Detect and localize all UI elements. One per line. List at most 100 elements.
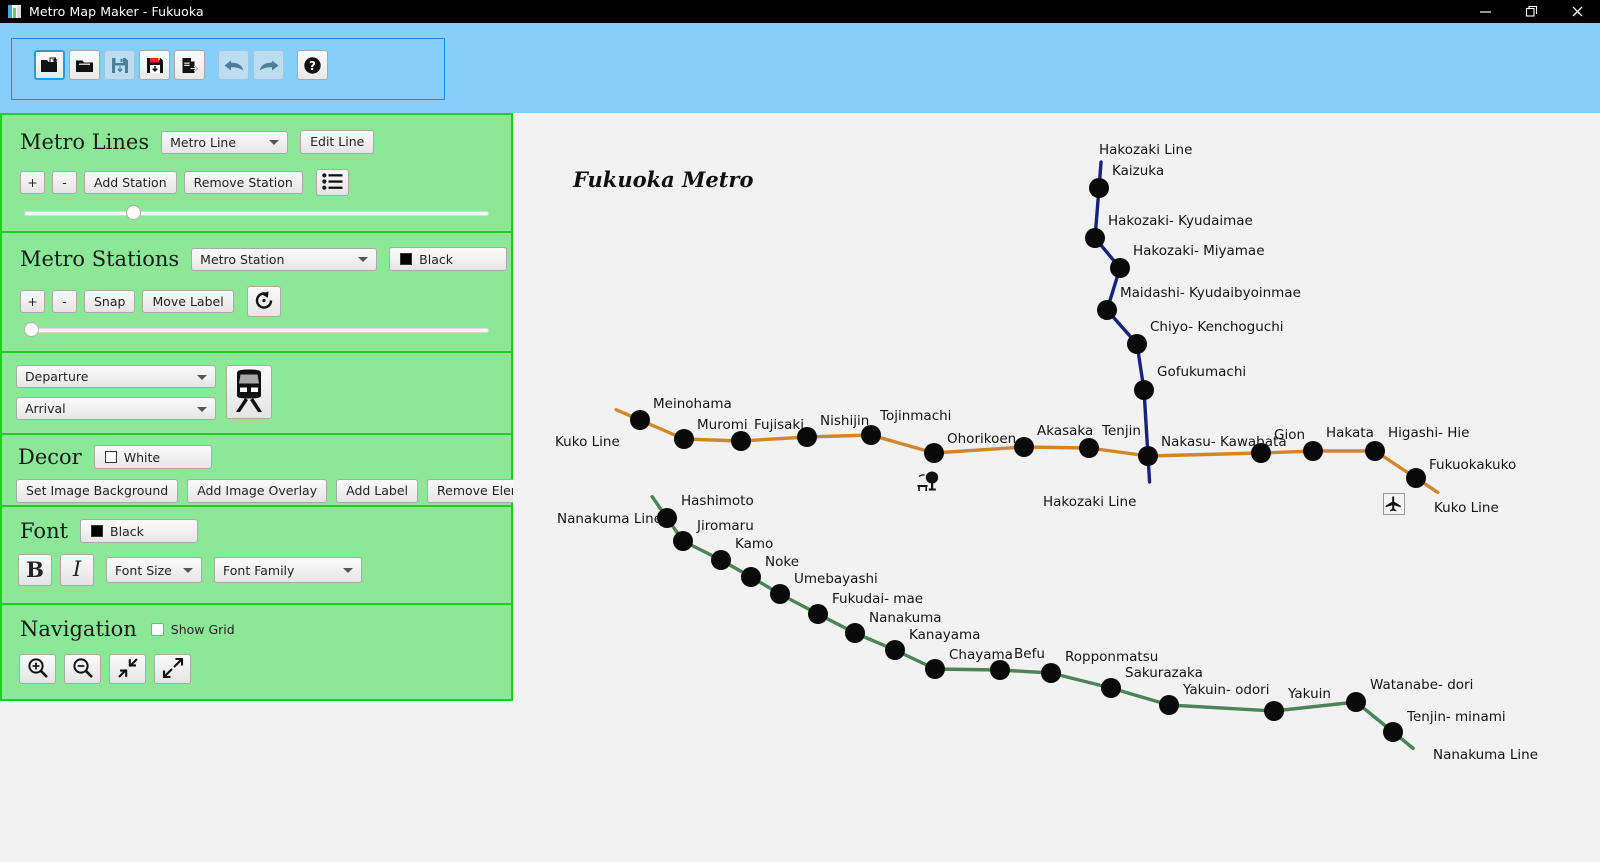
- expand-button[interactable]: [154, 654, 191, 684]
- station-label[interactable]: Gion: [1274, 427, 1305, 443]
- line-thickness-slider[interactable]: [24, 205, 489, 221]
- bold-button[interactable]: B: [18, 554, 52, 586]
- line-end-label[interactable]: Kuko Line: [1434, 500, 1499, 516]
- maximize-icon[interactable]: [1508, 0, 1554, 23]
- station-dot[interactable]: [1101, 678, 1121, 698]
- departure-select[interactable]: Departure: [16, 365, 216, 388]
- station-label[interactable]: Ohorikoen: [947, 431, 1016, 447]
- remove-station-button[interactable]: Remove Station: [183, 170, 303, 195]
- station-label[interactable]: Befu: [1014, 646, 1045, 662]
- zoom-out-button[interactable]: [64, 654, 101, 684]
- station-dot[interactable]: [1110, 258, 1130, 278]
- station-label[interactable]: Gofukumachi: [1157, 364, 1246, 380]
- add-station-dot-button[interactable]: +: [20, 289, 45, 314]
- shrink-button[interactable]: [109, 654, 146, 684]
- station-dot[interactable]: [1303, 441, 1323, 461]
- line-end-label[interactable]: Nanakuma Line: [1433, 747, 1538, 763]
- station-dot[interactable]: [1159, 695, 1179, 715]
- station-label[interactable]: Jiromaru: [697, 518, 754, 534]
- station-label[interactable]: Tojinmachi: [880, 408, 951, 424]
- set-image-background-button[interactable]: Set Image Background: [16, 479, 179, 503]
- station-color-button[interactable]: Black: [389, 247, 508, 271]
- station-label[interactable]: Chayama: [949, 647, 1013, 663]
- new-map-button[interactable]: [34, 50, 65, 80]
- line-end-label[interactable]: Hakozaki Line: [1043, 494, 1136, 510]
- station-label[interactable]: Kanayama: [909, 627, 980, 643]
- airport-icon[interactable]: [1383, 493, 1405, 515]
- station-label[interactable]: Noke: [765, 554, 799, 570]
- station-dot[interactable]: [1346, 692, 1366, 712]
- station-dot[interactable]: [808, 604, 828, 624]
- station-label[interactable]: Meinohama: [653, 396, 732, 412]
- station-dot[interactable]: [924, 443, 944, 463]
- station-dot[interactable]: [1127, 334, 1147, 354]
- station-label[interactable]: Umebayashi: [794, 571, 878, 587]
- move-label-button[interactable]: Move Label: [142, 289, 234, 314]
- station-dot[interactable]: [885, 640, 905, 660]
- add-line-button[interactable]: +: [20, 170, 45, 195]
- help-button[interactable]: ?: [297, 50, 328, 80]
- station-label[interactable]: Tenjin- minami: [1407, 709, 1506, 725]
- station-label[interactable]: Hakata: [1326, 425, 1374, 441]
- park-icon[interactable]: [916, 468, 944, 494]
- station-label[interactable]: Fukudai- mae: [832, 591, 923, 607]
- station-label[interactable]: Tenjin: [1102, 423, 1141, 439]
- station-dot[interactable]: [1264, 701, 1284, 721]
- save-as-button[interactable]: [139, 50, 170, 80]
- metro-line-path[interactable]: [650, 494, 1415, 751]
- line-end-label[interactable]: Hakozaki Line: [1099, 142, 1192, 158]
- remove-line-button[interactable]: -: [52, 170, 77, 195]
- add-image-overlay-button[interactable]: Add Image Overlay: [187, 479, 328, 503]
- italic-button[interactable]: I: [60, 554, 94, 586]
- station-label[interactable]: Kaizuka: [1112, 163, 1164, 179]
- station-label[interactable]: Fukuokakuko: [1429, 457, 1516, 473]
- station-dot[interactable]: [1383, 722, 1403, 742]
- find-route-button[interactable]: [226, 365, 272, 419]
- decor-color-button[interactable]: White: [93, 445, 212, 469]
- station-label[interactable]: Nishijin: [820, 413, 869, 429]
- station-dot[interactable]: [1041, 663, 1061, 683]
- station-dot[interactable]: [1406, 468, 1426, 488]
- station-size-slider[interactable]: [24, 322, 489, 338]
- station-label[interactable]: Ropponmatsu: [1065, 649, 1158, 665]
- metro-station-select[interactable]: Metro Station: [191, 247, 378, 271]
- metro-line-select[interactable]: Metro Line: [161, 130, 289, 154]
- show-grid-checkbox[interactable]: [150, 622, 164, 636]
- arrival-select[interactable]: Arrival: [16, 397, 216, 420]
- map-canvas[interactable]: Fukuoka Metro Meinohama Muromi Fujisaki Nis…: [513, 113, 1600, 862]
- station-dot[interactable]: [731, 431, 751, 451]
- line-end-label[interactable]: Nanakuma Line: [557, 511, 662, 527]
- remove-station-dot-button[interactable]: -: [52, 289, 77, 314]
- edit-line-button[interactable]: Edit Line: [300, 130, 375, 154]
- station-label[interactable]: Yakuin- odori: [1183, 682, 1269, 698]
- station-label[interactable]: Watanabe- dori: [1370, 677, 1473, 693]
- station-label[interactable]: Hakozaki- Miyamae: [1133, 243, 1265, 259]
- snap-button[interactable]: Snap: [84, 289, 136, 314]
- font-family-select[interactable]: Font Family: [214, 557, 362, 583]
- station-dot[interactable]: [711, 550, 731, 570]
- station-label[interactable]: Muromi: [697, 417, 748, 433]
- station-label[interactable]: Hashimoto: [681, 493, 754, 509]
- station-dot[interactable]: [1079, 438, 1099, 458]
- font-color-button[interactable]: Black: [80, 519, 199, 543]
- station-label[interactable]: Akasaka: [1037, 423, 1093, 439]
- line-end-label[interactable]: Kuko Line: [555, 434, 620, 450]
- line-list-button[interactable]: [315, 169, 349, 196]
- station-dot[interactable]: [845, 623, 865, 643]
- close-icon[interactable]: [1554, 0, 1600, 23]
- station-label[interactable]: Yakuin: [1288, 686, 1331, 702]
- station-label[interactable]: Hakozaki- Kyudaimae: [1108, 213, 1253, 229]
- rotate-label-button[interactable]: [246, 286, 281, 317]
- station-dot[interactable]: [1085, 228, 1105, 248]
- station-dot[interactable]: [770, 584, 790, 604]
- station-dot[interactable]: [1014, 437, 1034, 457]
- slider-knob[interactable]: [126, 205, 142, 220]
- add-station-button[interactable]: Add Station: [84, 170, 177, 195]
- station-dot[interactable]: [925, 659, 945, 679]
- station-label[interactable]: Sakurazaka: [1125, 665, 1203, 681]
- open-map-button[interactable]: [69, 50, 100, 80]
- station-dot[interactable]: [990, 660, 1010, 680]
- station-label[interactable]: Kamo: [735, 536, 773, 552]
- station-dot[interactable]: [1097, 300, 1117, 320]
- station-dot[interactable]: [1089, 178, 1109, 198]
